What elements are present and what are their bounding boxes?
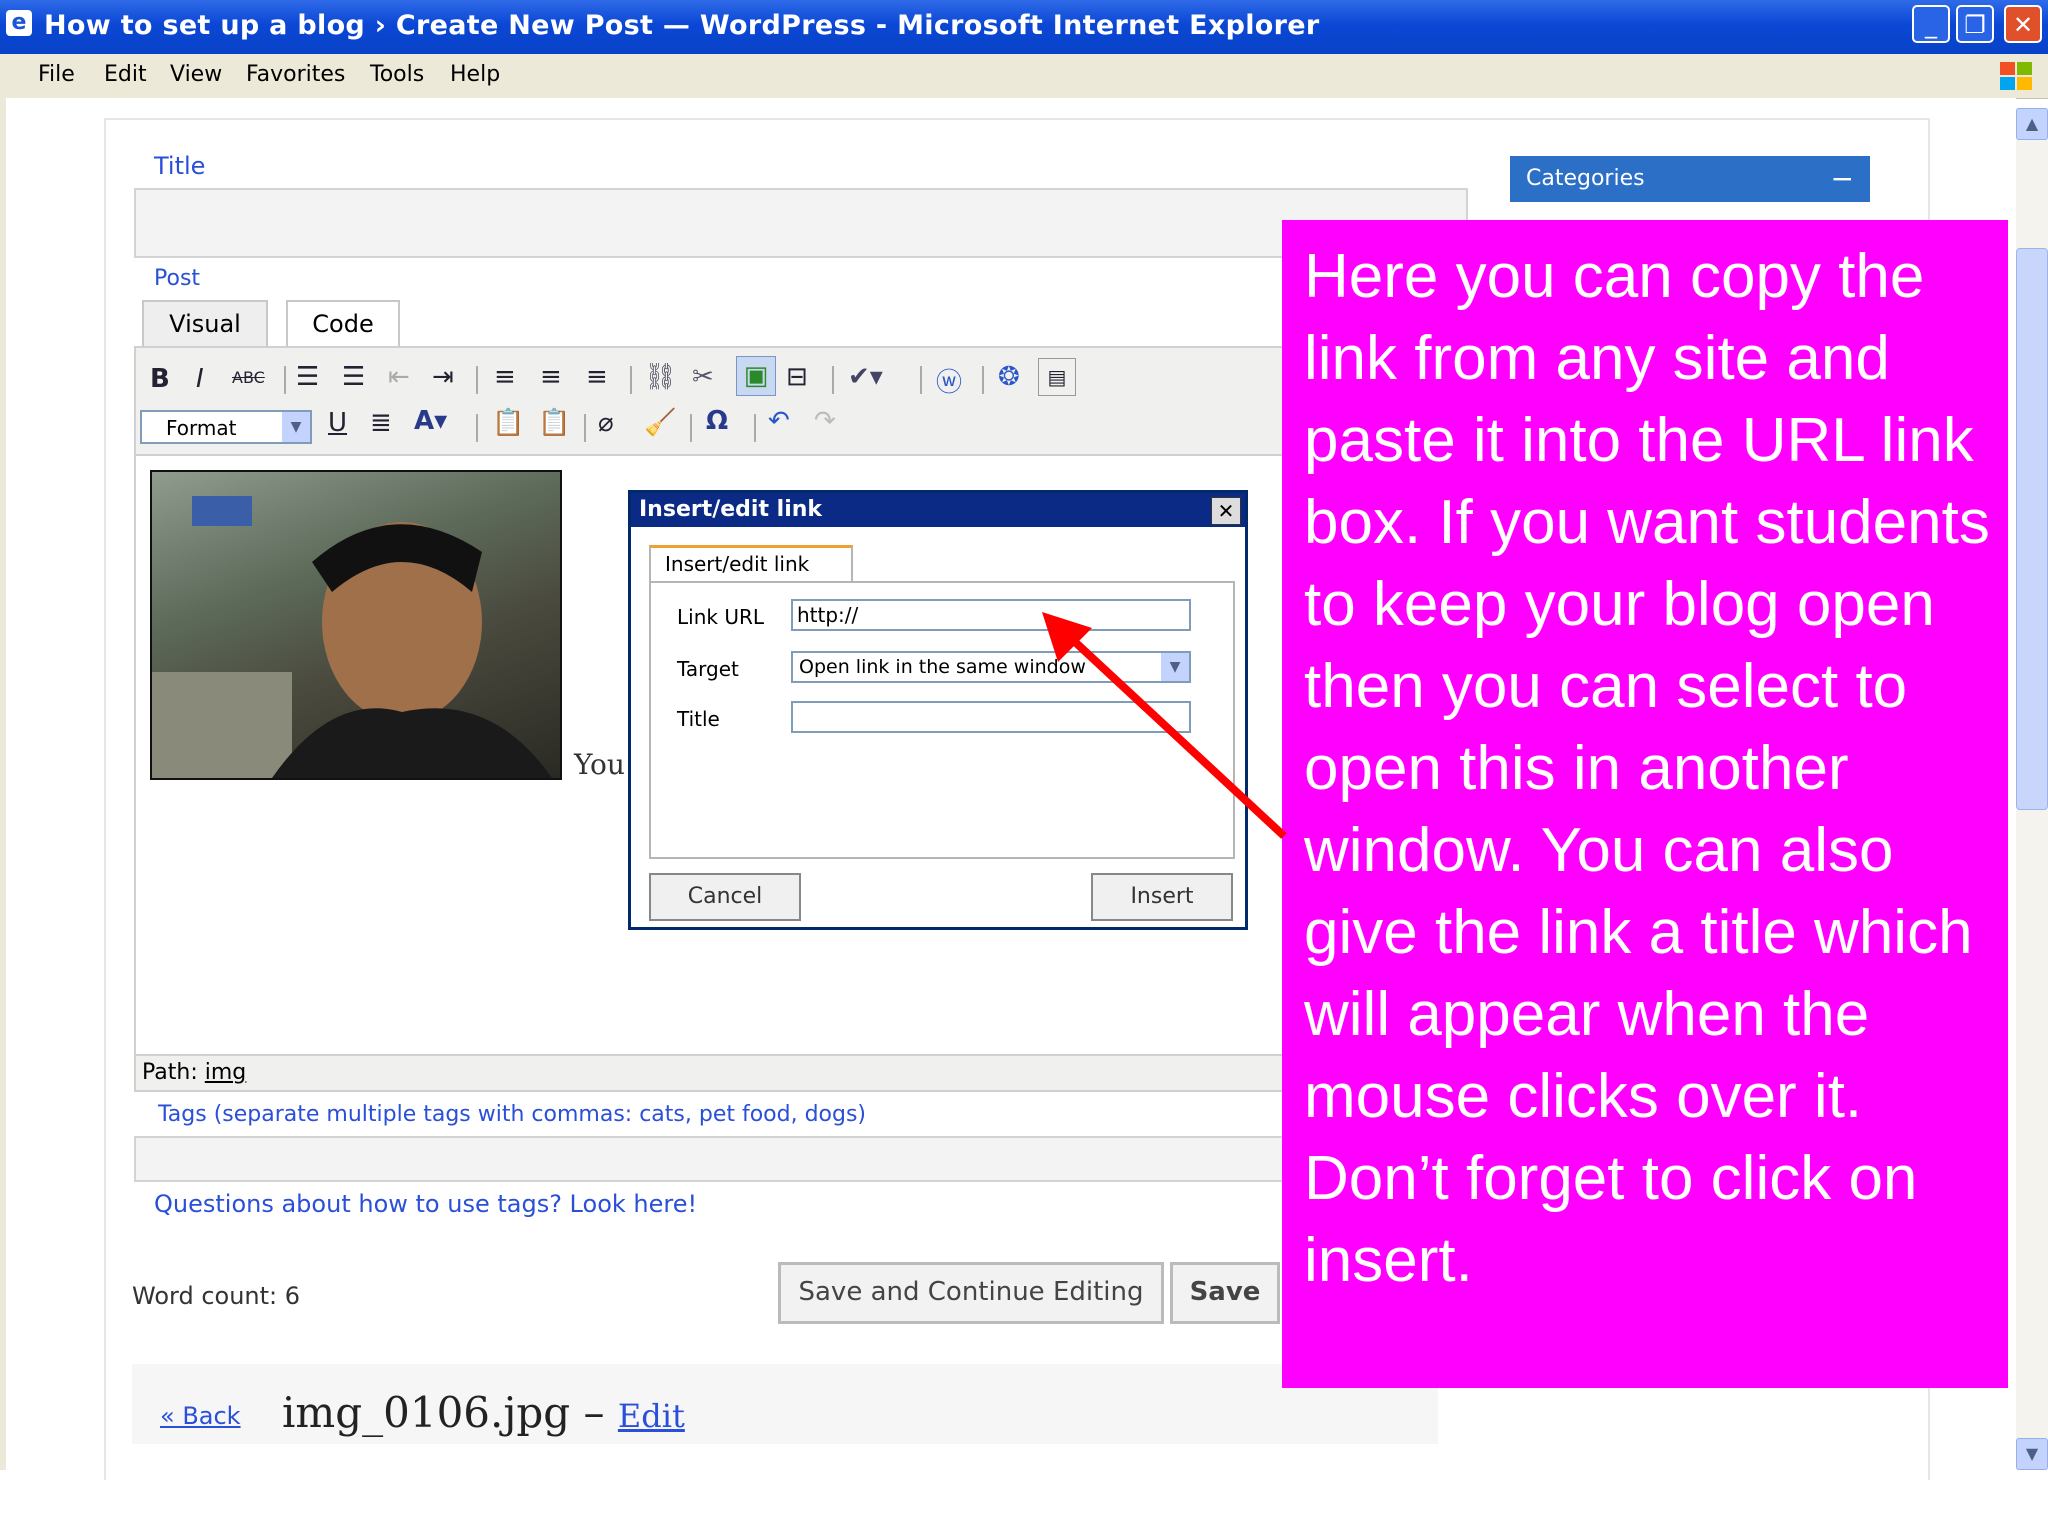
edit-link[interactable]: Edit — [618, 1397, 685, 1435]
spellcheck-icon[interactable]: ✔▾ — [848, 362, 883, 392]
title-label: Title — [154, 152, 206, 180]
paste-word-icon[interactable]: 📋 — [538, 408, 570, 438]
link-icon[interactable]: ⛓ — [644, 362, 677, 392]
minimize-button[interactable]: _ — [1912, 5, 1950, 43]
cleanup-icon[interactable]: 🧹 — [644, 408, 676, 438]
numbered-list-icon[interactable]: ☰ — [342, 362, 365, 392]
cancel-button[interactable]: Cancel — [649, 873, 801, 921]
align-right-icon[interactable]: ≡ — [586, 362, 608, 392]
kitchen-sink-icon[interactable]: ▤ — [1038, 358, 1076, 396]
scroll-thumb[interactable] — [2016, 248, 2048, 810]
italic-icon[interactable]: I — [196, 364, 204, 394]
title-input[interactable] — [134, 188, 1468, 258]
format-select[interactable]: Format ▼ — [140, 410, 312, 444]
menu-tools[interactable]: Tools — [370, 62, 424, 87]
tab-code[interactable]: Code — [286, 300, 400, 346]
unlink-icon[interactable]: ✂ — [692, 362, 714, 392]
indent-icon[interactable]: ⇥ — [432, 362, 454, 392]
menu-favorites[interactable]: Favorites — [246, 62, 345, 87]
paste-text-icon[interactable]: 📋 — [492, 408, 524, 438]
close-icon[interactable]: ✕ — [1211, 497, 1241, 525]
post-image[interactable] — [150, 470, 562, 780]
tab-insert-edit-link[interactable]: Insert/edit link — [649, 545, 853, 581]
chevron-down-icon[interactable]: ▼ — [282, 412, 310, 442]
filename-dash: – — [583, 1388, 605, 1437]
vertical-scrollbar[interactable]: ▲ ▼ — [2016, 108, 2048, 1470]
underline-icon[interactable]: U — [328, 408, 347, 438]
target-label: Target — [677, 657, 739, 681]
menu-edit[interactable]: Edit — [104, 62, 147, 87]
save-button[interactable]: Save — [1170, 1262, 1280, 1324]
more-icon[interactable]: ⊟ — [786, 362, 808, 392]
strikethrough-icon[interactable]: ABC — [232, 368, 265, 387]
categories-title: Categories — [1526, 166, 1645, 191]
menu-bar: File Edit View Favorites Tools Help — [0, 54, 2048, 99]
tab-visual[interactable]: Visual — [142, 300, 268, 346]
close-button[interactable]: ✕ — [2004, 5, 2042, 43]
scroll-down-icon[interactable]: ▼ — [2016, 1438, 2048, 1470]
image-filename: img_0106.jpg – Edit — [282, 1388, 685, 1437]
align-center-icon[interactable]: ≡ — [540, 362, 562, 392]
menu-view[interactable]: View — [170, 62, 222, 87]
insert-button[interactable]: Insert — [1091, 873, 1233, 921]
callout-text: Here you can copy the link from any site… — [1304, 242, 1990, 1295]
wordpress-icon[interactable]: ⓦ — [936, 362, 962, 399]
post-body-text: You — [574, 748, 625, 781]
text-color-icon[interactable]: A▾ — [414, 406, 447, 436]
scroll-up-icon[interactable]: ▲ — [2016, 108, 2048, 140]
tags-input[interactable] — [134, 1136, 1284, 1182]
bullet-list-icon[interactable]: ☰ — [296, 362, 319, 392]
word-count: Word count: 6 — [132, 1282, 301, 1310]
redo-icon[interactable]: ↷ — [814, 406, 836, 436]
menu-file[interactable]: File — [38, 62, 75, 87]
outdent-icon[interactable]: ⇤ — [388, 362, 410, 392]
menu-help[interactable]: Help — [450, 62, 500, 87]
categories-panel-header[interactable]: Categories − — [1510, 156, 1870, 202]
justify-icon[interactable]: ≣ — [370, 408, 392, 438]
window-titlebar: e How to set up a blog › Create New Post… — [0, 0, 2048, 54]
bold-icon[interactable]: B — [150, 364, 170, 394]
windows-logo-icon — [2000, 62, 2032, 90]
instruction-callout: Here you can copy the link from any site… — [1282, 220, 2008, 1388]
pointer-arrow — [1042, 612, 1287, 839]
undo-icon[interactable]: ↶ — [768, 406, 790, 436]
help-icon[interactable]: ❂ — [998, 362, 1020, 392]
tags-label: Tags (separate multiple tags with commas… — [158, 1102, 867, 1127]
image-filename-text: img_0106.jpg — [282, 1388, 571, 1437]
ie-icon: e — [6, 10, 32, 36]
special-char-icon[interactable]: Ω — [706, 406, 728, 436]
format-select-value: Format — [166, 416, 237, 440]
tags-help-link[interactable]: Questions about how to use tags? Look he… — [154, 1190, 697, 1218]
back-link[interactable]: « Back — [160, 1402, 241, 1430]
editor-toolbar: B I ABC ☰ ☰ ⇤ ⇥ ≡ ≡ ≡ ⛓ ✂ ▣ ⊟ ✔▾ ⓦ ❂ ▤ F… — [134, 346, 1284, 456]
link-url-label: Link URL — [677, 605, 764, 629]
save-continue-button[interactable]: Save and Continue Editing — [778, 1262, 1164, 1324]
path-img-link[interactable]: img — [205, 1060, 247, 1085]
remove-format-icon[interactable]: ⌀ — [598, 408, 614, 438]
dialog-title: Insert/edit link — [631, 493, 1245, 527]
align-left-icon[interactable]: ≡ — [494, 362, 516, 392]
post-label: Post — [154, 266, 201, 291]
collapse-icon[interactable]: − — [1831, 156, 1854, 202]
restore-button[interactable]: ❐ — [1956, 5, 1994, 43]
image-icon[interactable]: ▣ — [736, 356, 776, 396]
title-field-label: Title — [677, 707, 720, 731]
path-bar: Path: img — [134, 1054, 1284, 1092]
path-label: Path: — [142, 1060, 198, 1085]
window-title: How to set up a blog › Create New Post —… — [44, 10, 1320, 41]
arrow-shaft — [1057, 625, 1287, 839]
